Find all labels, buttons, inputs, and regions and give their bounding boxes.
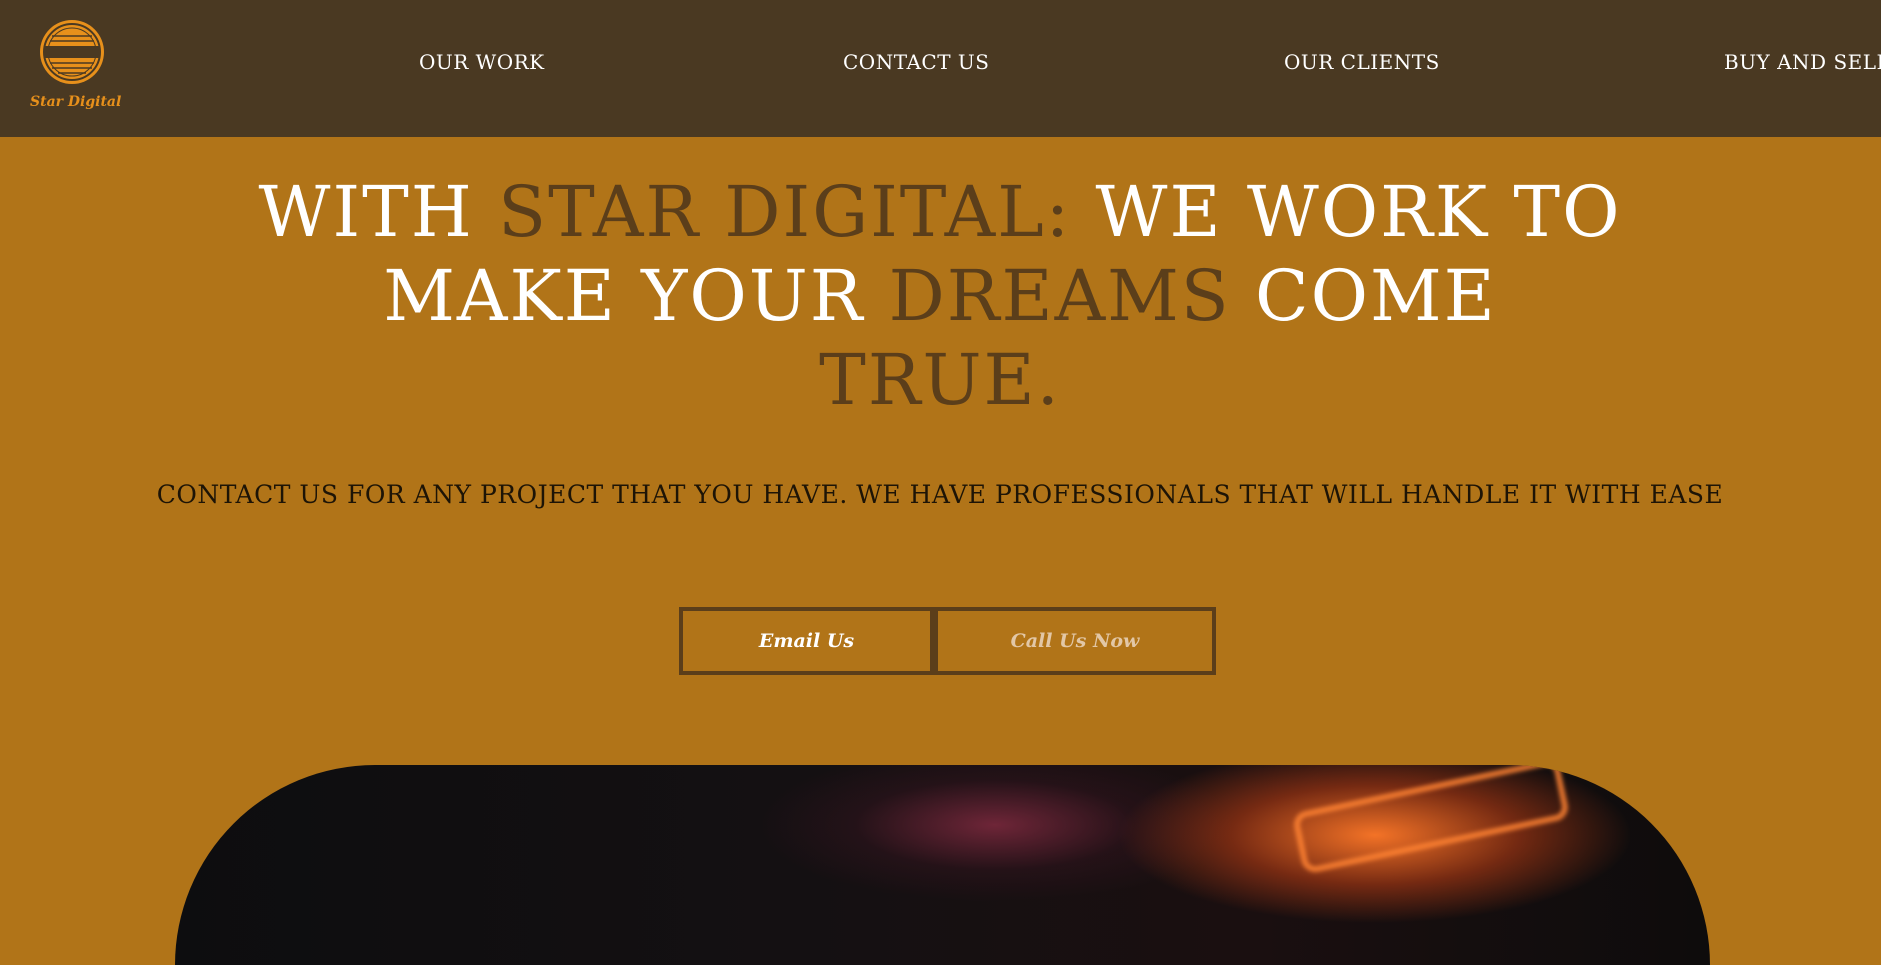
nav-our-work[interactable]: OUR WORK xyxy=(419,50,545,74)
showcase-image xyxy=(175,765,1710,965)
glow-shape xyxy=(1291,765,1571,875)
hero-title-dreams: DREAMS xyxy=(888,255,1231,337)
hero-title-brand: STAR DIGITAL: xyxy=(498,171,1072,253)
brand-name: Star Digital xyxy=(30,94,122,110)
call-us-now-button[interactable]: Call Us Now xyxy=(934,607,1216,675)
nav-buy-and-sell[interactable]: BUY AND SELL xyxy=(1724,50,1881,74)
hero-title-part: WITH xyxy=(258,171,499,253)
site-header: Star Digital OUR WORK CONTACT US OUR CLI… xyxy=(0,0,1881,137)
email-us-button[interactable]: Email Us xyxy=(679,607,934,675)
hero-title-part: COME xyxy=(1230,255,1497,337)
brand-logo[interactable]: Star Digital xyxy=(30,16,122,120)
star-digital-logo-icon xyxy=(40,20,104,84)
nav-contact-us[interactable]: CONTACT US xyxy=(843,50,989,74)
hero-subtitle: CONTACT US FOR ANY PROJECT THAT YOU HAVE… xyxy=(156,480,1724,509)
hero-title: WITH STAR DIGITAL: WE WORK TO MAKE YOUR … xyxy=(140,170,1740,422)
hero-title-true: TRUE. xyxy=(819,339,1061,421)
nav-our-clients[interactable]: OUR CLIENTS xyxy=(1284,50,1440,74)
